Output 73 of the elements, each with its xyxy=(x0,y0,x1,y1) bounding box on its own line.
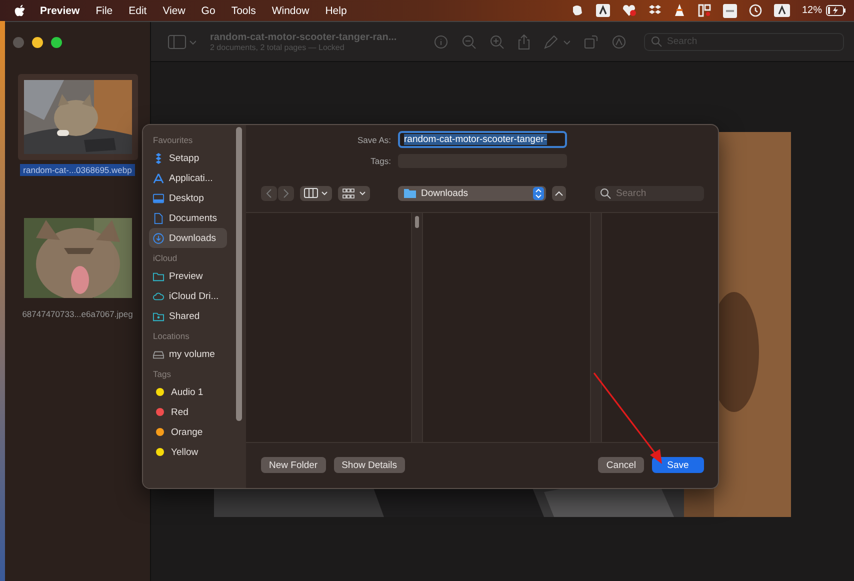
column-view-button[interactable] xyxy=(300,186,332,200)
folder-icon xyxy=(404,188,416,198)
grid-icon xyxy=(342,188,366,198)
menu-item[interactable]: Help xyxy=(325,4,347,16)
section-heading: Locations xyxy=(152,331,190,341)
sidebar-item[interactable]: Red xyxy=(149,402,227,422)
heart-icon[interactable] xyxy=(622,4,637,17)
app-icon[interactable] xyxy=(596,4,610,17)
sidebar-item[interactable]: Downloads xyxy=(149,228,227,248)
columns-icon xyxy=(304,188,328,198)
folder-icon xyxy=(153,270,164,282)
desktop-icon xyxy=(153,192,164,204)
chevron-left-icon xyxy=(266,188,272,198)
menu-item[interactable]: View xyxy=(162,4,186,16)
sidebar-item[interactable]: Setapp xyxy=(149,148,227,168)
keyboard-input-icon[interactable] xyxy=(774,4,790,17)
menu-item[interactable]: Window xyxy=(272,4,310,16)
forward-button[interactable] xyxy=(278,186,294,200)
column-resize-handle[interactable] xyxy=(415,216,419,228)
window-title: random-cat-motor-scooter-tanger-ran... xyxy=(210,32,398,42)
save-button[interactable]: Save xyxy=(652,457,704,473)
location-popup[interactable]: Downloads xyxy=(398,186,546,200)
sidebar-toggle-icon[interactable] xyxy=(168,34,196,48)
back-button[interactable] xyxy=(261,186,277,200)
sidebar-item[interactable]: Audio 1 xyxy=(149,382,227,402)
menu-item[interactable]: File xyxy=(96,4,113,16)
minimize-button[interactable] xyxy=(32,37,43,48)
drive-icon xyxy=(153,348,164,360)
clock-icon[interactable] xyxy=(748,4,762,17)
cloud-icon xyxy=(153,290,164,302)
sidebar-item[interactable]: Shared xyxy=(149,306,227,326)
zoom-button[interactable] xyxy=(51,37,62,48)
sidebar-item[interactable]: Desktop xyxy=(149,188,227,208)
dialog-button[interactable]: Show Details xyxy=(334,457,406,473)
field-label: Tags: xyxy=(370,156,391,166)
battery-percentage[interactable]: 12% xyxy=(802,5,822,16)
group-button[interactable] xyxy=(338,186,370,200)
dialog-button[interactable]: Cancel xyxy=(598,457,644,473)
dialog-button[interactable]: New Folder xyxy=(261,457,326,473)
sidebar-item[interactable]: Preview xyxy=(149,266,227,286)
section-heading: Favourites xyxy=(152,135,194,145)
scroll-bar[interactable] xyxy=(236,127,242,421)
page-thumbnail[interactable] xyxy=(18,74,138,160)
section-heading: iCloud xyxy=(152,253,178,263)
menu-item[interactable]: Edit xyxy=(128,4,147,16)
battery-icon[interactable] xyxy=(826,5,846,16)
search-icon xyxy=(651,36,662,47)
stepper-icon xyxy=(533,186,544,200)
menu-app-name[interactable]: Preview xyxy=(40,4,80,16)
sidebar-item[interactable]: Applicati... xyxy=(149,168,227,188)
thumbnail-caption: random-cat-...0368695.webp xyxy=(20,164,135,176)
collapse-button[interactable] xyxy=(552,186,566,200)
chevron-up-icon xyxy=(555,190,563,196)
sidebar-item[interactable]: iCloud Dri... xyxy=(149,286,227,306)
download-icon xyxy=(153,232,164,244)
apple-icon[interactable] xyxy=(14,4,26,18)
cone-icon[interactable] xyxy=(672,4,686,17)
sidebar-item[interactable]: Yellow xyxy=(149,442,227,462)
stack-icon xyxy=(153,152,164,164)
menu-item[interactable]: Go xyxy=(201,4,216,16)
chevron-right-icon xyxy=(283,188,289,198)
sidebar-item[interactable]: my volume xyxy=(149,344,227,364)
sidebar-item[interactable]: Documents xyxy=(149,208,227,228)
thumbnail-caption: 68747470733...e6a7067.jpeg xyxy=(21,308,134,320)
menu-item[interactable]: Tools xyxy=(231,4,256,16)
dropbox-icon[interactable] xyxy=(648,4,661,17)
apps-icon xyxy=(153,172,164,184)
search-icon xyxy=(600,188,611,198)
shared-folder-icon xyxy=(153,310,164,322)
sidebar-item[interactable]: Orange xyxy=(149,422,227,442)
input-field[interactable]: random-cat-motor-scooter-tanger- xyxy=(398,131,567,148)
field-label: Save As: xyxy=(357,134,391,144)
section-heading: Tags xyxy=(152,369,172,379)
